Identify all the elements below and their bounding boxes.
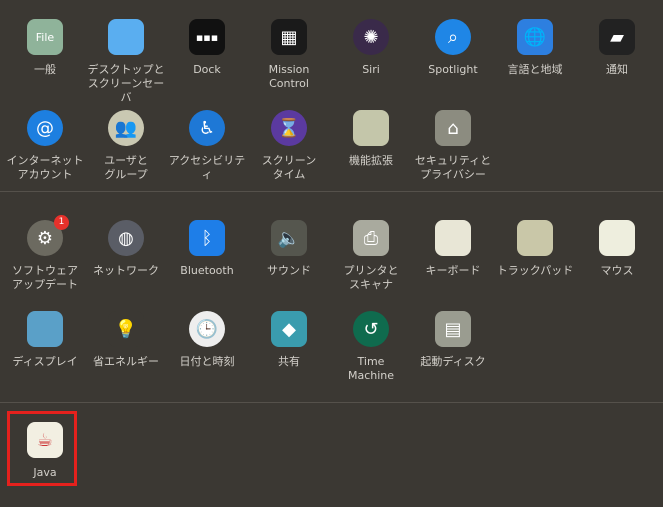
display-monitor-icon — [27, 311, 63, 347]
pref-pane-label: サウンド — [267, 264, 311, 277]
pref-pane-label: Time Machine — [347, 355, 395, 382]
users-groups-icon: 👥 — [108, 110, 144, 146]
pref-pane-security[interactable]: ⌂ セキュリティと プライバシー — [412, 110, 494, 182]
printer-icon: ⎙ — [353, 220, 389, 256]
pref-pane-trackpad[interactable]: トラックパッド — [494, 220, 576, 278]
pref-pane-label: セキュリティと プライバシー — [414, 154, 492, 181]
pref-pane-language[interactable]: 🌐 言語と地域 — [494, 19, 576, 77]
pref-pane-spotlight[interactable]: ⌕ Spotlight — [412, 19, 494, 77]
pref-pane-label: 日付と時刻 — [179, 355, 235, 368]
pref-pane-label: 機能拡張 — [349, 154, 393, 167]
extensions-icon — [353, 110, 389, 146]
pref-pane-sound[interactable]: 🔈 サウンド — [248, 220, 330, 278]
pref-pane-label: Spotlight — [428, 63, 478, 76]
pref-pane-bluetooth[interactable]: ᛒ Bluetooth — [166, 220, 248, 278]
pref-pane-software-update[interactable]: ⚙ 1 ソフトウェア アップデート — [4, 215, 86, 292]
pref-pane-siri[interactable]: ✺ Siri — [330, 19, 412, 77]
pref-pane-label: Mission Control — [268, 63, 310, 90]
pref-pane-mouse[interactable]: マウス — [576, 220, 658, 278]
general-icon: File — [27, 19, 63, 55]
speaker-icon: 🔈 — [271, 220, 307, 256]
pref-pane-label: アクセシビリティ — [168, 154, 246, 181]
time-machine-icon: ↺ — [353, 311, 389, 347]
desktop-screensaver-icon — [108, 19, 144, 55]
internet-accounts-icon: @ — [27, 110, 63, 146]
pref-pane-label: キーボード — [425, 264, 481, 277]
pref-pane-label: デスクトップと スクリーンセーバ — [87, 63, 165, 104]
spotlight-icon: ⌕ — [435, 19, 471, 55]
pref-pane-label: ソフトウェア アップデート — [12, 264, 78, 291]
software-update-gear-icon: ⚙ 1 — [27, 215, 69, 256]
language-region-icon: 🌐 — [517, 19, 553, 55]
pref-pane-label: ディスプレイ — [12, 355, 78, 368]
pref-pane-label: ユーザと グループ — [104, 154, 148, 181]
pref-pane-mission-control[interactable]: ▦ Mission Control — [248, 19, 330, 91]
pref-pane-label: 起動ディスク — [420, 355, 486, 368]
pref-pane-general[interactable]: File 一般 — [4, 19, 86, 77]
lightbulb-icon: 💡 — [108, 311, 144, 347]
mouse-icon — [599, 220, 635, 256]
pref-pane-startup-disk[interactable]: ▤ 起動ディスク — [412, 311, 494, 369]
network-globe-icon: ◍ — [108, 220, 144, 256]
pref-pane-label: プリンタと スキャナ — [343, 264, 399, 291]
pref-pane-displays[interactable]: ディスプレイ — [4, 311, 86, 369]
notifications-icon: ▰ — [599, 19, 635, 55]
pref-pane-label: 共有 — [278, 355, 300, 368]
pref-pane-label: インターネット アカウント — [6, 154, 84, 181]
bluetooth-icon: ᛒ — [189, 220, 225, 256]
pref-pane-desktop[interactable]: デスクトップと スクリーンセーバ — [85, 19, 167, 105]
java-highlight-box — [7, 411, 77, 486]
pref-pane-notifications[interactable]: ▰ 通知 — [576, 19, 658, 77]
pref-pane-printers[interactable]: ⎙ プリンタと スキャナ — [330, 220, 412, 292]
clock-calendar-icon: 🕒 — [189, 311, 225, 347]
pref-pane-energy[interactable]: 💡 省エネルギー — [85, 311, 167, 369]
pref-pane-keyboard[interactable]: キーボード — [412, 220, 494, 278]
pref-pane-extensions[interactable]: 機能拡張 — [330, 110, 412, 168]
security-privacy-icon: ⌂ — [435, 110, 471, 146]
screen-time-icon: ⌛ — [271, 110, 307, 146]
startup-disk-icon: ▤ — [435, 311, 471, 347]
pref-pane-date-time[interactable]: 🕒 日付と時刻 — [166, 311, 248, 369]
section-divider — [0, 191, 663, 192]
keyboard-icon — [435, 220, 471, 256]
pref-pane-label: Dock — [193, 63, 221, 76]
pref-pane-label: Siri — [362, 63, 380, 76]
pref-pane-label: ネットワーク — [93, 264, 159, 277]
pref-pane-label: トラックパッド — [496, 264, 574, 277]
pref-pane-time-machine[interactable]: ↺ Time Machine — [330, 311, 412, 383]
mission-control-icon: ▦ — [271, 19, 307, 55]
pref-pane-network[interactable]: ◍ ネットワーク — [85, 220, 167, 278]
update-count-badge: 1 — [54, 215, 69, 230]
pref-pane-users[interactable]: 👥 ユーザと グループ — [85, 110, 167, 182]
pref-pane-internet-accounts[interactable]: @ インターネット アカウント — [4, 110, 86, 182]
pref-pane-label: 言語と地域 — [507, 63, 563, 76]
pref-pane-label: 通知 — [606, 63, 628, 76]
pref-pane-label: スクリーン タイム — [261, 154, 317, 181]
sharing-folder-icon: ◆ — [271, 311, 307, 347]
pref-pane-label: 省エネルギー — [93, 355, 159, 368]
pref-pane-label: 一般 — [34, 63, 56, 76]
accessibility-icon: ♿ — [189, 110, 225, 146]
section-divider — [0, 402, 663, 403]
dock-icon: ▪▪▪ — [189, 19, 225, 55]
pref-pane-label: マウス — [600, 264, 634, 277]
pref-pane-label: Bluetooth — [180, 264, 234, 277]
trackpad-icon — [517, 220, 553, 256]
pref-pane-dock[interactable]: ▪▪▪ Dock — [166, 19, 248, 77]
pref-pane-screen-time[interactable]: ⌛ スクリーン タイム — [248, 110, 330, 182]
pref-pane-accessibility[interactable]: ♿ アクセシビリティ — [166, 110, 248, 182]
siri-icon: ✺ — [353, 19, 389, 55]
pref-pane-sharing[interactable]: ◆ 共有 — [248, 311, 330, 369]
